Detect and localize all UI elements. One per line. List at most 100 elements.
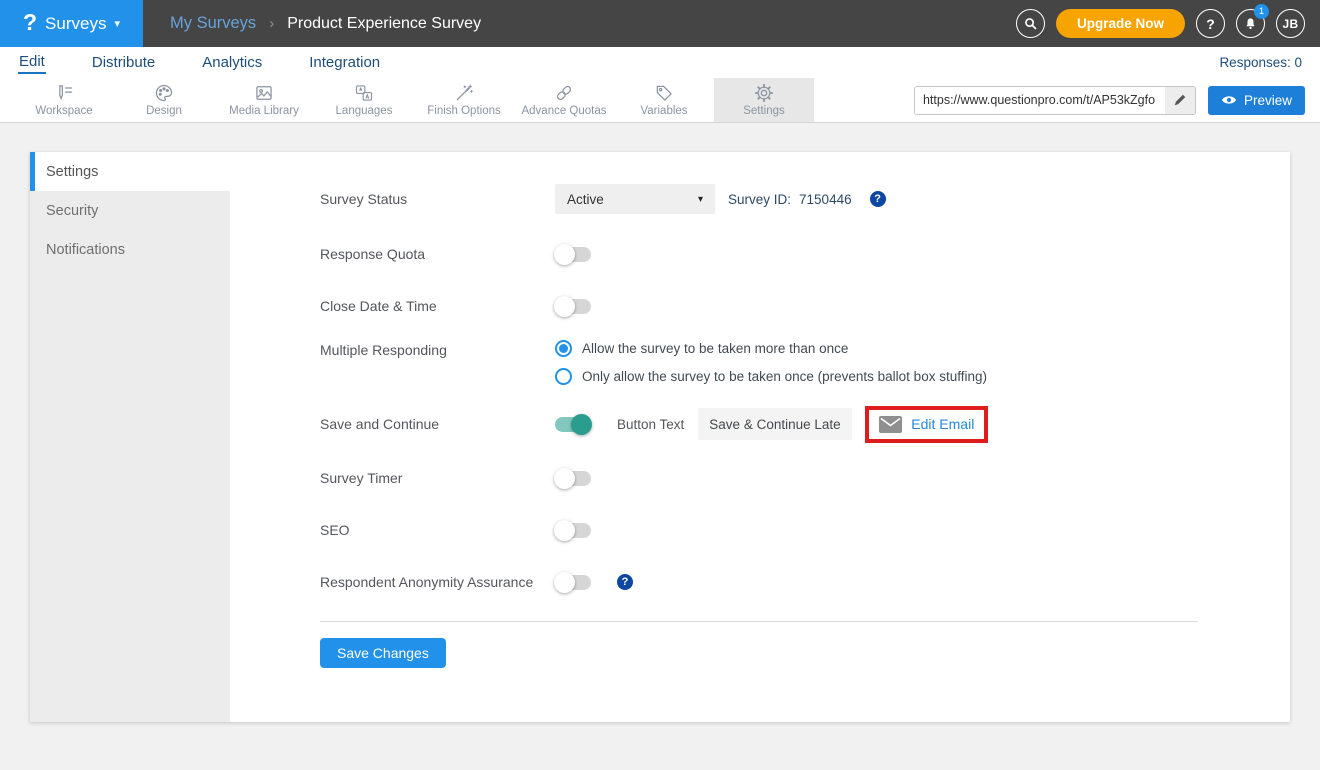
sidebar-item-notifications[interactable]: Notifications bbox=[30, 230, 230, 269]
response-quota-toggle[interactable] bbox=[555, 247, 591, 262]
toolbar-item-settings[interactable]: Settings bbox=[714, 78, 814, 122]
radio-option-label: Only allow the survey to be taken once (… bbox=[582, 369, 987, 384]
settings-card: Settings Security Notifications Survey S… bbox=[30, 152, 1290, 722]
respondent-anonymity-help-icon[interactable] bbox=[617, 574, 633, 590]
edit-email-link[interactable]: Edit Email bbox=[879, 416, 974, 433]
survey-url-input[interactable] bbox=[915, 87, 1165, 114]
toggle-knob bbox=[554, 572, 575, 593]
survey-timer-toggle[interactable] bbox=[555, 471, 591, 486]
breadcrumb-separator-icon: › bbox=[269, 15, 274, 32]
save-and-continue-label: Save and Continue bbox=[320, 416, 555, 432]
chain-link-icon bbox=[554, 83, 574, 103]
seo-toggle[interactable] bbox=[555, 523, 591, 538]
tag-icon bbox=[654, 83, 674, 103]
toolbar-item-advance-quotas[interactable]: Advance Quotas bbox=[514, 78, 614, 122]
pencil-icon bbox=[1173, 93, 1187, 107]
close-date-row: Close Date & Time bbox=[320, 280, 1290, 332]
toolbar-item-variables[interactable]: Variables bbox=[614, 78, 714, 122]
radio-option-only-once[interactable]: Only allow the survey to be taken once (… bbox=[555, 368, 987, 385]
close-date-toggle[interactable] bbox=[555, 299, 591, 314]
breadcrumb-current-survey: Product Experience Survey bbox=[287, 15, 481, 33]
sidebar-item-label: Security bbox=[46, 203, 98, 219]
survey-status-label: Survey Status bbox=[320, 191, 555, 207]
image-icon bbox=[254, 83, 274, 103]
toolbar-item-languages[interactable]: Languages bbox=[314, 78, 414, 122]
toolbar-item-finish-options[interactable]: Finish Options bbox=[414, 78, 514, 122]
preview-button[interactable]: Preview bbox=[1208, 86, 1305, 115]
bell-icon bbox=[1243, 16, 1258, 32]
notification-badge: 1 bbox=[1254, 4, 1269, 19]
save-changes-button[interactable]: Save Changes bbox=[320, 638, 446, 668]
sidebar-item-security[interactable]: Security bbox=[30, 191, 230, 230]
toggle-knob bbox=[554, 244, 575, 265]
survey-status-row: Survey Status Active ▾ Survey ID: 715044… bbox=[320, 178, 1290, 220]
button-text-label: Button Text bbox=[617, 417, 684, 432]
toggle-knob bbox=[554, 296, 575, 317]
product-name: Surveys bbox=[45, 14, 106, 34]
search-button[interactable] bbox=[1016, 9, 1045, 38]
toolbar-item-design[interactable]: Design bbox=[114, 78, 214, 122]
button-text-input[interactable] bbox=[698, 408, 852, 440]
survey-timer-label: Survey Timer bbox=[320, 470, 555, 486]
close-date-label: Close Date & Time bbox=[320, 298, 555, 314]
edit-toolbar: Workspace Design Media Library Languages bbox=[0, 78, 1320, 123]
multiple-responding-options: Allow the survey to be taken more than o… bbox=[555, 340, 987, 385]
workspace-icon bbox=[54, 83, 74, 103]
app-logo-menu[interactable]: ? Surveys ▾ bbox=[0, 0, 143, 47]
responses-count: Responses: 0 bbox=[1219, 55, 1320, 70]
chevron-down-icon: ▾ bbox=[114, 17, 120, 30]
toolbar-label: Advance Quotas bbox=[521, 105, 606, 117]
radio-option-label: Allow the survey to be taken more than o… bbox=[582, 341, 848, 356]
radio-option-allow-multiple[interactable]: Allow the survey to be taken more than o… bbox=[555, 340, 987, 357]
sidebar-item-settings[interactable]: Settings bbox=[30, 152, 230, 191]
survey-id: Survey ID: 7150446 bbox=[728, 192, 852, 207]
edit-url-button[interactable] bbox=[1165, 87, 1195, 114]
palette-icon bbox=[154, 83, 174, 103]
respondent-anonymity-label: Respondent Anonymity Assurance bbox=[320, 574, 555, 590]
gear-icon bbox=[754, 83, 774, 103]
avatar[interactable]: JB bbox=[1276, 9, 1305, 38]
survey-status-value: Active bbox=[567, 192, 604, 207]
upgrade-now-button[interactable]: Upgrade Now bbox=[1056, 9, 1185, 38]
toggle-knob bbox=[571, 414, 592, 435]
tab-integration[interactable]: Integration bbox=[308, 52, 381, 73]
toolbar-label: Design bbox=[146, 105, 182, 117]
notifications-button[interactable]: 1 bbox=[1236, 9, 1265, 38]
upgrade-now-label: Upgrade Now bbox=[1077, 16, 1164, 31]
sidebar-item-label: Notifications bbox=[46, 242, 125, 258]
respondent-anonymity-row: Respondent Anonymity Assurance bbox=[320, 556, 1290, 608]
settings-form: Survey Status Active ▾ Survey ID: 715044… bbox=[230, 152, 1290, 722]
annotation-highlight-box: Edit Email bbox=[865, 406, 988, 443]
email-icon bbox=[879, 416, 902, 433]
breadcrumb-my-surveys[interactable]: My Surveys bbox=[170, 14, 256, 33]
toolbar-label: Workspace bbox=[35, 105, 92, 117]
survey-timer-row: Survey Timer bbox=[320, 452, 1290, 504]
seo-label: SEO bbox=[320, 522, 555, 538]
respondent-anonymity-toggle[interactable] bbox=[555, 575, 591, 590]
toolbar-label: Media Library bbox=[229, 105, 299, 117]
toolbar-label: Finish Options bbox=[427, 105, 501, 117]
toolbar-label: Languages bbox=[336, 105, 393, 117]
form-divider bbox=[320, 621, 1198, 622]
toggle-knob bbox=[554, 520, 575, 541]
tab-edit[interactable]: Edit bbox=[18, 51, 46, 74]
save-and-continue-toggle[interactable] bbox=[555, 417, 591, 432]
questionpro-logo-icon: ? bbox=[23, 11, 37, 34]
survey-status-select[interactable]: Active ▾ bbox=[555, 184, 715, 214]
survey-nav: Edit Distribute Analytics Integration Re… bbox=[0, 47, 1320, 78]
help-button[interactable]: ? bbox=[1196, 9, 1225, 38]
radio-selected-icon bbox=[555, 340, 572, 357]
wand-icon bbox=[454, 83, 474, 103]
eye-icon bbox=[1221, 94, 1237, 106]
survey-id-help-icon[interactable] bbox=[870, 191, 886, 207]
save-and-continue-row: Save and Continue Button Text Edit Email bbox=[320, 396, 1290, 452]
survey-url-box bbox=[914, 86, 1196, 115]
toolbar-item-workspace[interactable]: Workspace bbox=[14, 78, 114, 122]
topbar-actions: Upgrade Now ? 1 JB bbox=[1016, 9, 1320, 38]
seo-row: SEO bbox=[320, 504, 1290, 556]
toolbar-right: Preview bbox=[914, 78, 1320, 122]
tab-analytics[interactable]: Analytics bbox=[201, 52, 263, 73]
tab-distribute[interactable]: Distribute bbox=[91, 52, 156, 73]
toolbar-item-media-library[interactable]: Media Library bbox=[214, 78, 314, 122]
chevron-down-icon: ▾ bbox=[698, 194, 703, 205]
